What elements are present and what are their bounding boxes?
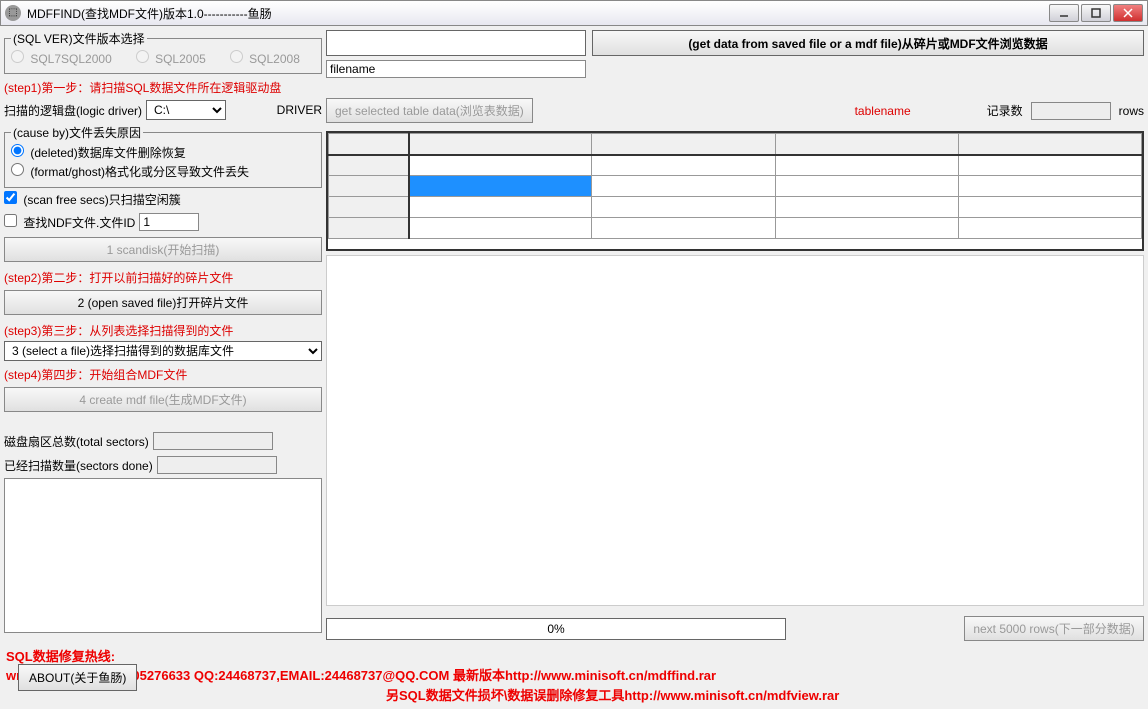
table-row <box>329 197 1142 218</box>
next-rows-button[interactable]: next 5000 rows(下一部分数据) <box>964 616 1144 641</box>
tablename-label: tablename <box>855 104 911 118</box>
create-mdf-button[interactable]: 4 create mdf file(生成MDF文件) <box>4 387 322 412</box>
find-ndf-checkbox[interactable]: 查找NDF文件.文件ID <box>4 214 135 231</box>
logic-driver-label: 扫描的逻辑盘(logic driver) <box>4 102 142 119</box>
table-row <box>329 155 1142 176</box>
lower-display-area <box>326 255 1144 606</box>
radio-deleted[interactable]: (deleted)数据库文件删除恢复 <box>11 144 186 161</box>
logic-driver-combo[interactable]: C:\ <box>146 100 226 120</box>
file-path-input[interactable] <box>326 30 586 56</box>
close-button[interactable] <box>1113 4 1143 22</box>
sectors-done-field <box>157 456 277 474</box>
step4-label: (step4)第四步：开始组合MDF文件 <box>4 366 322 383</box>
progress-bar: 0% <box>326 618 786 640</box>
right-panel: (get data from saved file or a mdf file)… <box>326 30 1144 705</box>
radio-sql7-2000[interactable]: SQL7SQL2000 <box>11 50 112 66</box>
window-title: MDFFIND(查找MDF文件)版本1.0-----------鱼肠 <box>27 5 1049 22</box>
table-row <box>329 176 1142 197</box>
get-selected-table-button[interactable]: get selected table data(浏览表数据) <box>326 98 533 123</box>
footer-text: SQL数据修复热线: writer: 张义军 tel 15805276633 Q… <box>6 647 1142 706</box>
step3-label: (step3)第三步：从列表选择扫描得到的文件 <box>4 322 322 339</box>
sql-version-group: (SQL VER)文件版本选择 SQL7SQL2000 SQL2005 SQL2… <box>4 30 322 74</box>
table-row <box>329 134 1142 155</box>
scandisk-button[interactable]: 1 scandisk(开始扫描) <box>4 237 322 262</box>
sectors-done-label: 已经扫描数量(sectors done) <box>4 457 153 474</box>
minimize-button[interactable] <box>1049 4 1079 22</box>
open-saved-file-button[interactable]: 2 (open saved file)打开碎片文件 <box>4 290 322 315</box>
step1-label: (step1)第一步：请扫描SQL数据文件所在逻辑驱动盘 <box>4 79 322 96</box>
total-sectors-label: 磁盘扇区总数(total sectors) <box>4 433 149 450</box>
step2-label: (step2)第二步：打开以前扫描好的碎片文件 <box>4 269 322 286</box>
get-data-button[interactable]: (get data from saved file or a mdf file)… <box>592 30 1144 56</box>
radio-format-ghost[interactable]: (format/ghost)格式化或分区导致文件丢失 <box>11 163 249 180</box>
left-panel: (SQL VER)文件版本选择 SQL7SQL2000 SQL2005 SQL2… <box>4 30 322 705</box>
sql-version-legend: (SQL VER)文件版本选择 <box>11 30 147 47</box>
record-count-field <box>1031 102 1111 120</box>
cause-by-legend: (cause by)文件丢失原因 <box>11 124 143 141</box>
select-file-combo[interactable]: 3 (select a file)选择扫描得到的数据库文件 <box>4 341 322 361</box>
driver-label: DRIVER <box>277 103 322 117</box>
app-icon: ⬚ <box>5 5 21 21</box>
radio-sql2008[interactable]: SQL2008 <box>230 50 300 66</box>
filename-input[interactable] <box>326 60 586 78</box>
record-count-label: 记录数 <box>987 102 1023 119</box>
scan-free-secs-checkbox[interactable]: (scan free secs)只扫描空闲簇 <box>4 191 181 208</box>
maximize-button[interactable] <box>1081 4 1111 22</box>
rows-label: rows <box>1119 104 1144 118</box>
total-sectors-field <box>153 432 273 450</box>
about-button[interactable]: ABOUT(关于鱼肠) <box>18 664 137 691</box>
radio-sql2005[interactable]: SQL2005 <box>136 50 206 66</box>
titlebar: ⬚ MDFFIND(查找MDF文件)版本1.0-----------鱼肠 <box>0 0 1148 26</box>
data-grid[interactable] <box>326 131 1144 251</box>
find-ndf-id-input[interactable] <box>139 213 199 231</box>
cause-by-group: (cause by)文件丢失原因 (deleted)数据库文件删除恢复 (for… <box>4 124 322 188</box>
table-row <box>329 218 1142 239</box>
window-controls <box>1049 4 1143 22</box>
log-textarea[interactable] <box>4 478 322 633</box>
